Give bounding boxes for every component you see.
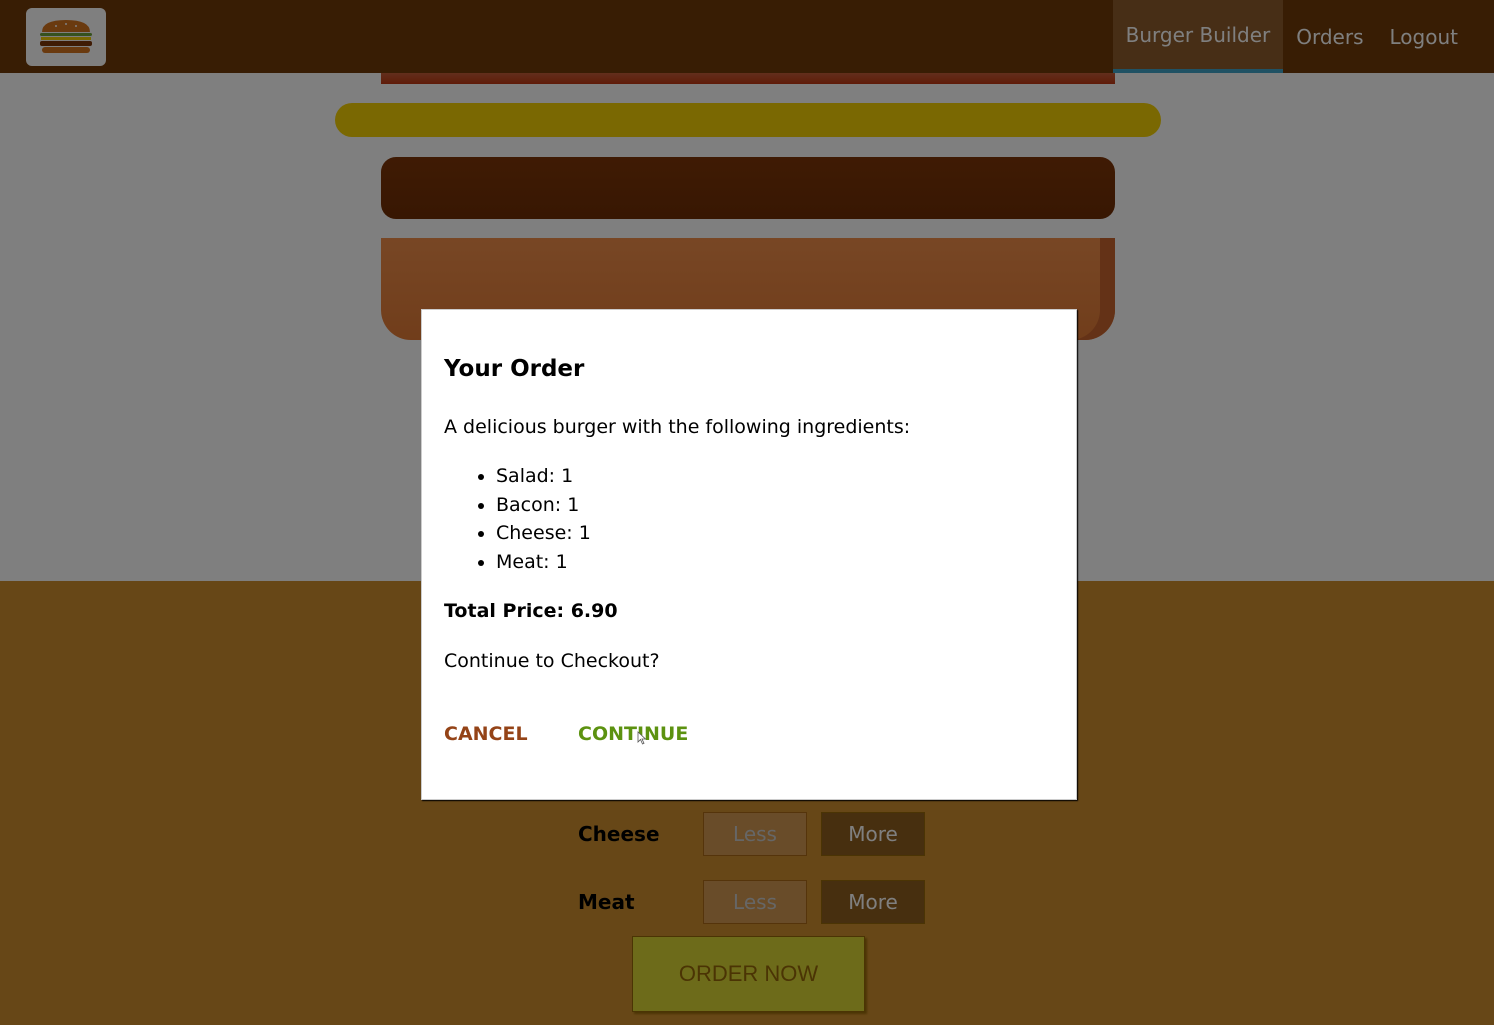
ingredient-list: Salad: 1 Bacon: 1 Cheese: 1 Meat: 1 [444, 462, 591, 576]
modal-title: Your Order [444, 356, 585, 382]
list-item: Salad: 1 [496, 462, 591, 491]
app-root: Burger Builder Orders Logout Cheese Less… [0, 0, 1494, 1025]
order-summary-modal: Your Order A delicious burger with the f… [421, 309, 1077, 800]
cancel-button[interactable]: CANCEL [444, 723, 528, 745]
modal-intro: A delicious burger with the following in… [444, 416, 911, 438]
list-item: Bacon: 1 [496, 491, 591, 520]
total-price: Total Price: 6.90 [444, 600, 618, 622]
checkout-question: Continue to Checkout? [444, 650, 660, 672]
pointer-cursor-icon [637, 731, 647, 745]
continue-button[interactable]: CONTINUE [578, 723, 688, 745]
list-item: Meat: 1 [496, 548, 591, 577]
list-item: Cheese: 1 [496, 519, 591, 548]
